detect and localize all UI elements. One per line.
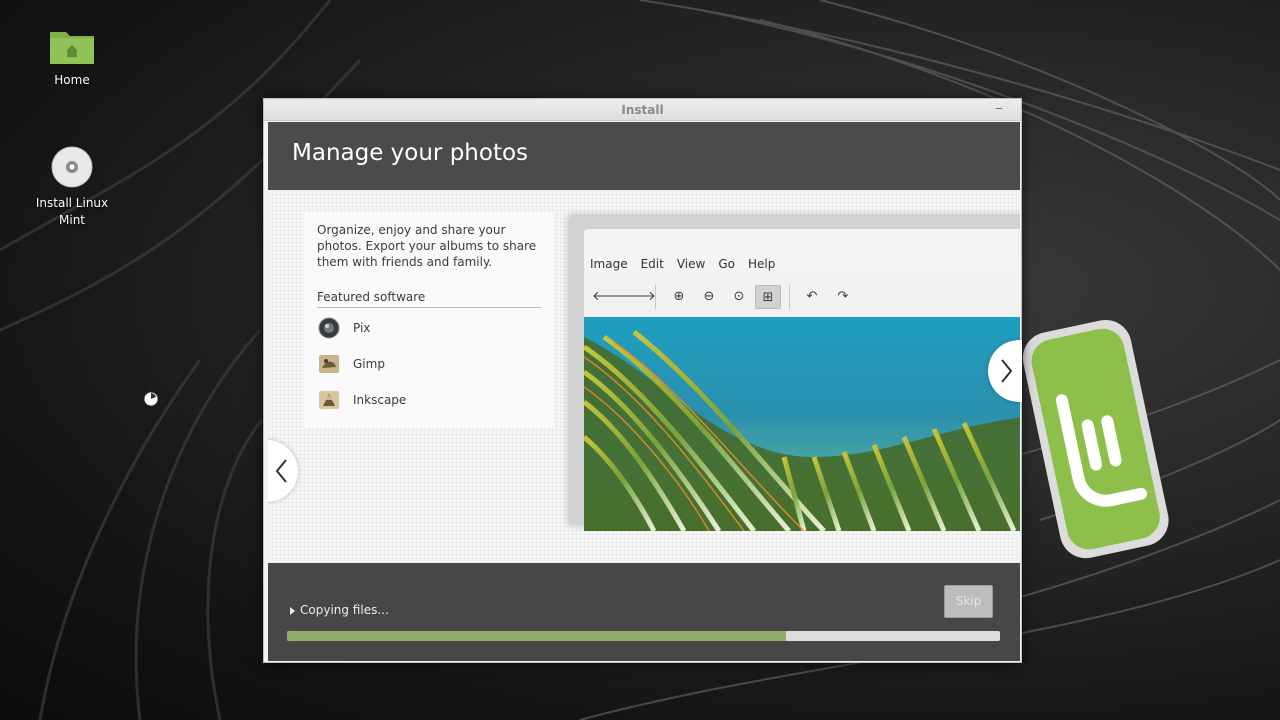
chevron-left-icon [275, 459, 287, 483]
rotate-right-icon: ↷ [837, 289, 849, 304]
previous-slide-button[interactable] [268, 440, 298, 502]
window-title: Install [621, 103, 664, 117]
desktop-icon-install-linux-mint[interactable]: Install Linux Mint [27, 145, 117, 229]
toolbar-separator [655, 285, 656, 309]
busy-cursor-icon [143, 391, 159, 407]
slide-content: Organize, enjoy and share your photos. E… [268, 190, 1020, 563]
zoom-out-icon: ⊖ [703, 289, 715, 304]
desktop-icon-label: Home [54, 73, 90, 87]
preview-toolbar: 🡐 🡒 ⊕ ⊖ ⊙ ⊞ ↶ ↷ [584, 281, 1020, 313]
install-window: Install ‒ Manage your photos Organize, e… [263, 98, 1022, 663]
folder-home-icon [50, 32, 94, 64]
preview-menu-item: Image [590, 257, 628, 271]
app-label: Inkscape [353, 393, 407, 407]
progress-area: Copying files... Skip [268, 563, 1020, 661]
app-item-pix: Pix [317, 316, 517, 340]
app-label: Gimp [353, 357, 385, 371]
expand-caret-icon [290, 607, 295, 615]
desktop-icon-home[interactable]: Home [27, 26, 117, 89]
progress-bar-fill [287, 631, 787, 641]
skip-button[interactable]: Skip [944, 585, 993, 618]
cd-disc-icon [51, 146, 93, 188]
back-arrow-icon: 🡐 [592, 289, 627, 304]
info-panel: Organize, enjoy and share your photos. E… [304, 212, 554, 428]
preview-menu-item: Edit [640, 257, 664, 271]
forward-arrow-icon: 🡒 [621, 289, 656, 304]
chevron-right-icon [1001, 359, 1013, 383]
status-text-container[interactable]: Copying files... [290, 603, 389, 617]
zoom-in-icon: ⊕ [673, 289, 685, 304]
slide-description: Organize, enjoy and share your photos. E… [317, 223, 537, 269]
fit-window-icon: ⊞ [755, 285, 781, 309]
gimp-app-icon [319, 355, 339, 373]
palm-leaf-image [584, 330, 1020, 531]
preview-app-window: Image Edit View Go Help 🡐 🡒 ⊕ ⊖ ⊙ ⊞ ↶ ↷ [584, 229, 1020, 531]
titlebar[interactable]: Install ‒ [264, 99, 1021, 121]
app-item-inkscape: Inkscape [317, 388, 517, 412]
mint-logo [1022, 319, 1169, 559]
toolbar-separator [789, 285, 790, 309]
preview-menu-item: Help [747, 257, 776, 271]
slide-heading: Manage your photos [292, 140, 529, 166]
inkscape-app-icon [319, 391, 339, 409]
palm-leaf-photo [584, 317, 1020, 531]
rotate-left-icon: ↶ [806, 289, 818, 304]
minimize-button[interactable]: ‒ [991, 101, 1007, 117]
progress-bar [287, 631, 1000, 641]
slide-header: Manage your photos [268, 122, 1020, 190]
zoom-original-icon: ⊙ [733, 289, 745, 304]
preview-menu-item: View [676, 257, 706, 271]
preview-menubar: Image Edit View Go Help [590, 257, 788, 271]
status-text: Copying files... [300, 603, 389, 617]
app-item-gimp: Gimp [317, 352, 517, 376]
desktop-icon-label: Install Linux Mint [35, 196, 109, 227]
featured-software-heading: Featured software [317, 290, 541, 308]
app-label: Pix [353, 321, 371, 335]
pix-app-icon [318, 317, 340, 339]
app-screenshot-preview: Image Edit View Go Help 🡐 🡒 ⊕ ⊖ ⊙ ⊞ ↶ ↷ [570, 215, 1020, 531]
preview-menu-item: Go [718, 257, 735, 271]
